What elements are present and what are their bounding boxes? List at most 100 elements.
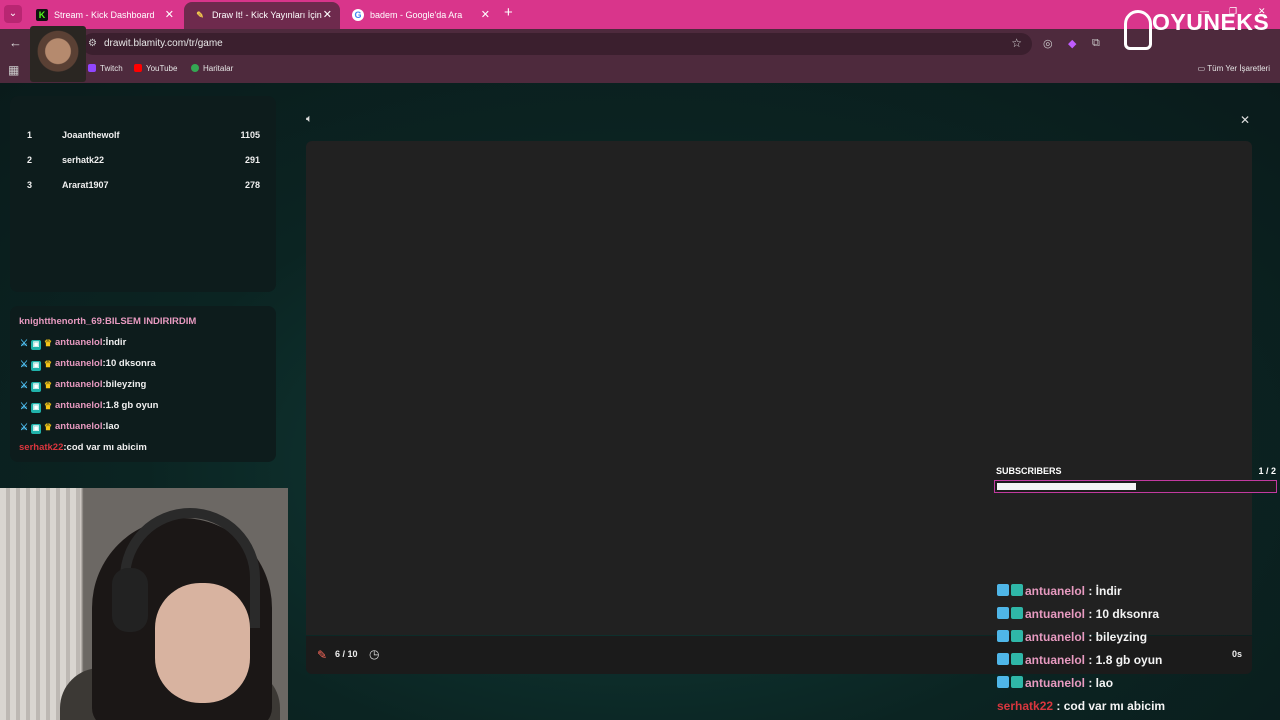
subscriber-badge-icon: ▣ <box>31 340 41 350</box>
sword-badge-icon: ⚔ <box>19 359 29 369</box>
bookmark-label: Twitch <box>100 64 123 73</box>
back-arrow-icon[interactable]: ← <box>9 35 22 50</box>
page: ⌄ K Stream - Kick Dashboard ✕ ✎ Draw It!… <box>0 0 1280 720</box>
chat-message: ⚔ ▣ ♛ antuanelol:10 dksonra <box>19 358 156 371</box>
all-bookmarks-folder[interactable]: ▭ Tüm Yer İşaretleri <box>1198 64 1270 73</box>
overlay-chat-message: antuanelol : 1.8 gb oyun <box>997 653 1162 667</box>
extension-gamepad-icon[interactable]: ◎ <box>1043 37 1053 50</box>
leaderboard-row: 3 Ararat1907 278 <box>10 176 276 196</box>
drawing-canvas[interactable] <box>306 141 1252 635</box>
sword-badge-icon <box>997 653 1009 665</box>
streamer-webcam-small <box>30 26 86 82</box>
crown-badge-icon: ♛ <box>43 380 53 390</box>
overlay-chat-message: antuanelol : 10 dksonra <box>997 607 1159 621</box>
subscriber-badge-icon: ▣ <box>31 382 41 392</box>
bookmarks-bar: ▦ Twitch YouTube Haritalar ▭ Tüm Yer İşa… <box>0 58 1280 83</box>
all-bookmarks-label: Tüm Yer İşaretleri <box>1207 64 1270 73</box>
chat-message: ⚔ ▣ ♛ antuanelol:lao <box>19 421 119 434</box>
site-settings-icon[interactable]: ⚙ <box>88 38 97 49</box>
chat-text: : 10 dksonra <box>1085 607 1160 621</box>
subscribers-progress-bar <box>994 480 1277 493</box>
pencil-icon: ✎ <box>196 10 204 20</box>
sword-badge-icon: ⚔ <box>19 422 29 432</box>
chat-text: :bileyzing <box>102 379 147 390</box>
chat-username: antuanelol <box>1025 676 1086 690</box>
sound-icon[interactable]: 🔈︎ <box>306 113 313 126</box>
bookmark-twitch[interactable]: Twitch <box>88 64 123 73</box>
kick-icon: K <box>36 9 48 21</box>
chat-text: : cod var mı abicim <box>1053 699 1166 713</box>
close-tab-icon[interactable]: ✕ <box>481 8 490 21</box>
chat-username: antuanelol <box>55 337 103 348</box>
player-name: Ararat1907 <box>62 180 109 190</box>
webcam-headset-earcup <box>112 568 148 632</box>
streamer-webcam <box>0 488 288 720</box>
chat-username: antuanelol <box>55 358 103 369</box>
extensions-puzzle-icon[interactable]: ⧉ <box>1092 37 1100 50</box>
chat-text: :10 dksonra <box>102 358 156 369</box>
crown-badge-icon: ♛ <box>43 359 53 369</box>
google-icon: G <box>352 9 364 21</box>
url-text: drawit.blamity.com/tr/game <box>104 38 223 49</box>
pencil-icon: ✎ <box>317 648 328 662</box>
close-game-icon[interactable]: ✕ <box>1240 113 1250 127</box>
chat-cut-line: knightthenorth_69:BILSEM INDIRIRDIM <box>19 316 197 327</box>
bookmark-youtube[interactable]: YouTube <box>134 64 177 73</box>
chat-username: serhatk22 <box>19 442 64 453</box>
subscribers-goal-label: SUBSCRIBERS <box>996 466 1062 476</box>
player-score: 278 <box>244 180 260 190</box>
overlay-chat-message: antuanelol : bileyzing <box>997 630 1147 644</box>
bookmark-maps[interactable]: Haritalar <box>191 64 233 73</box>
tab-label: Draw It! - Kick Yayınları İçin Çizi <box>212 10 322 20</box>
chat-text: : İndir <box>1085 584 1122 598</box>
leaderboard-row: 1 Joaanthewolf 1105 <box>10 126 276 146</box>
sword-badge-icon <box>997 584 1009 596</box>
chat-username: antuanelol <box>1025 584 1086 598</box>
subscriber-badge-icon <box>1011 607 1023 619</box>
tab-kick-dashboard[interactable]: K Stream - Kick Dashboard ✕ <box>26 2 182 29</box>
new-tab-plus-icon[interactable]: + <box>504 4 513 21</box>
browser-address-bar: ← ⚙ drawit.blamity.com/tr/game ☆ <box>0 29 1280 58</box>
subscriber-badge-icon <box>1011 630 1023 642</box>
close-tab-icon[interactable]: ✕ <box>323 8 332 21</box>
subscribers-progress-fill <box>997 483 1136 490</box>
sword-badge-icon: ⚔ <box>19 401 29 411</box>
chat-text: :İndir <box>102 337 127 348</box>
sword-badge-icon <box>997 630 1009 642</box>
tab-google-search[interactable]: G badem - Google'da Ara ✕ <box>342 2 498 29</box>
url-omnibox[interactable]: ⚙ drawit.blamity.com/tr/game ☆ <box>82 33 1032 55</box>
subscriber-badge-icon <box>1011 676 1023 688</box>
close-tab-icon[interactable]: ✕ <box>165 8 174 21</box>
crown-badge-icon: ♛ <box>43 338 53 348</box>
browser-tab-bar: ⌄ K Stream - Kick Dashboard ✕ ✎ Draw It!… <box>0 0 1280 29</box>
rank: 1 <box>27 130 33 140</box>
player-name: serhatk22 <box>62 155 105 165</box>
crown-badge-icon: ♛ <box>43 422 53 432</box>
player-name: Joaanthewolf <box>62 130 120 140</box>
chat-text: : lao <box>1085 676 1114 690</box>
tab-draw-it[interactable]: ✎ Draw It! - Kick Yayınları İçin Çizi ✕ <box>184 2 340 29</box>
tab-search-chevron-icon[interactable]: ⌄ <box>4 5 22 23</box>
extension-purple-icon[interactable]: ◆ <box>1068 37 1076 50</box>
chat-text: :cod var mı abicim <box>63 442 147 453</box>
bookmark-star-icon[interactable]: ☆ <box>1011 36 1022 50</box>
sword-badge-icon <box>997 607 1009 619</box>
apps-grid-icon[interactable]: ▦ <box>8 63 19 77</box>
sword-badge-icon: ⚔ <box>19 338 29 348</box>
subscriber-badge-icon <box>1011 653 1023 665</box>
chat-username: antuanelol <box>1025 630 1086 644</box>
subscribers-goal-count: 1 / 2 <box>1258 466 1276 476</box>
overlay-chat-message: antuanelol : lao <box>997 676 1113 690</box>
chat-message: ⚔ ▣ ♛ antuanelol:İndir <box>19 337 126 350</box>
chat-username: antuanelol <box>55 421 103 432</box>
leaderboard-row: 2 serhatk22 291 <box>10 151 276 171</box>
chat-message: ⚔ ▣ ♛ antuanelol:1.8 gb oyun <box>19 400 158 413</box>
oyuneks-logo-text: OYUNEKS <box>1152 9 1270 35</box>
round-counter: 6 / 10 <box>335 649 358 659</box>
subscriber-badge-icon: ▣ <box>31 403 41 413</box>
subscriber-badge-icon: ▣ <box>31 424 41 434</box>
crown-badge-icon: ♛ <box>43 401 53 411</box>
chat-text: :1.8 gb oyun <box>102 400 159 411</box>
chat-username: antuanelol <box>55 379 103 390</box>
subscriber-badge-icon: ▣ <box>31 361 41 371</box>
